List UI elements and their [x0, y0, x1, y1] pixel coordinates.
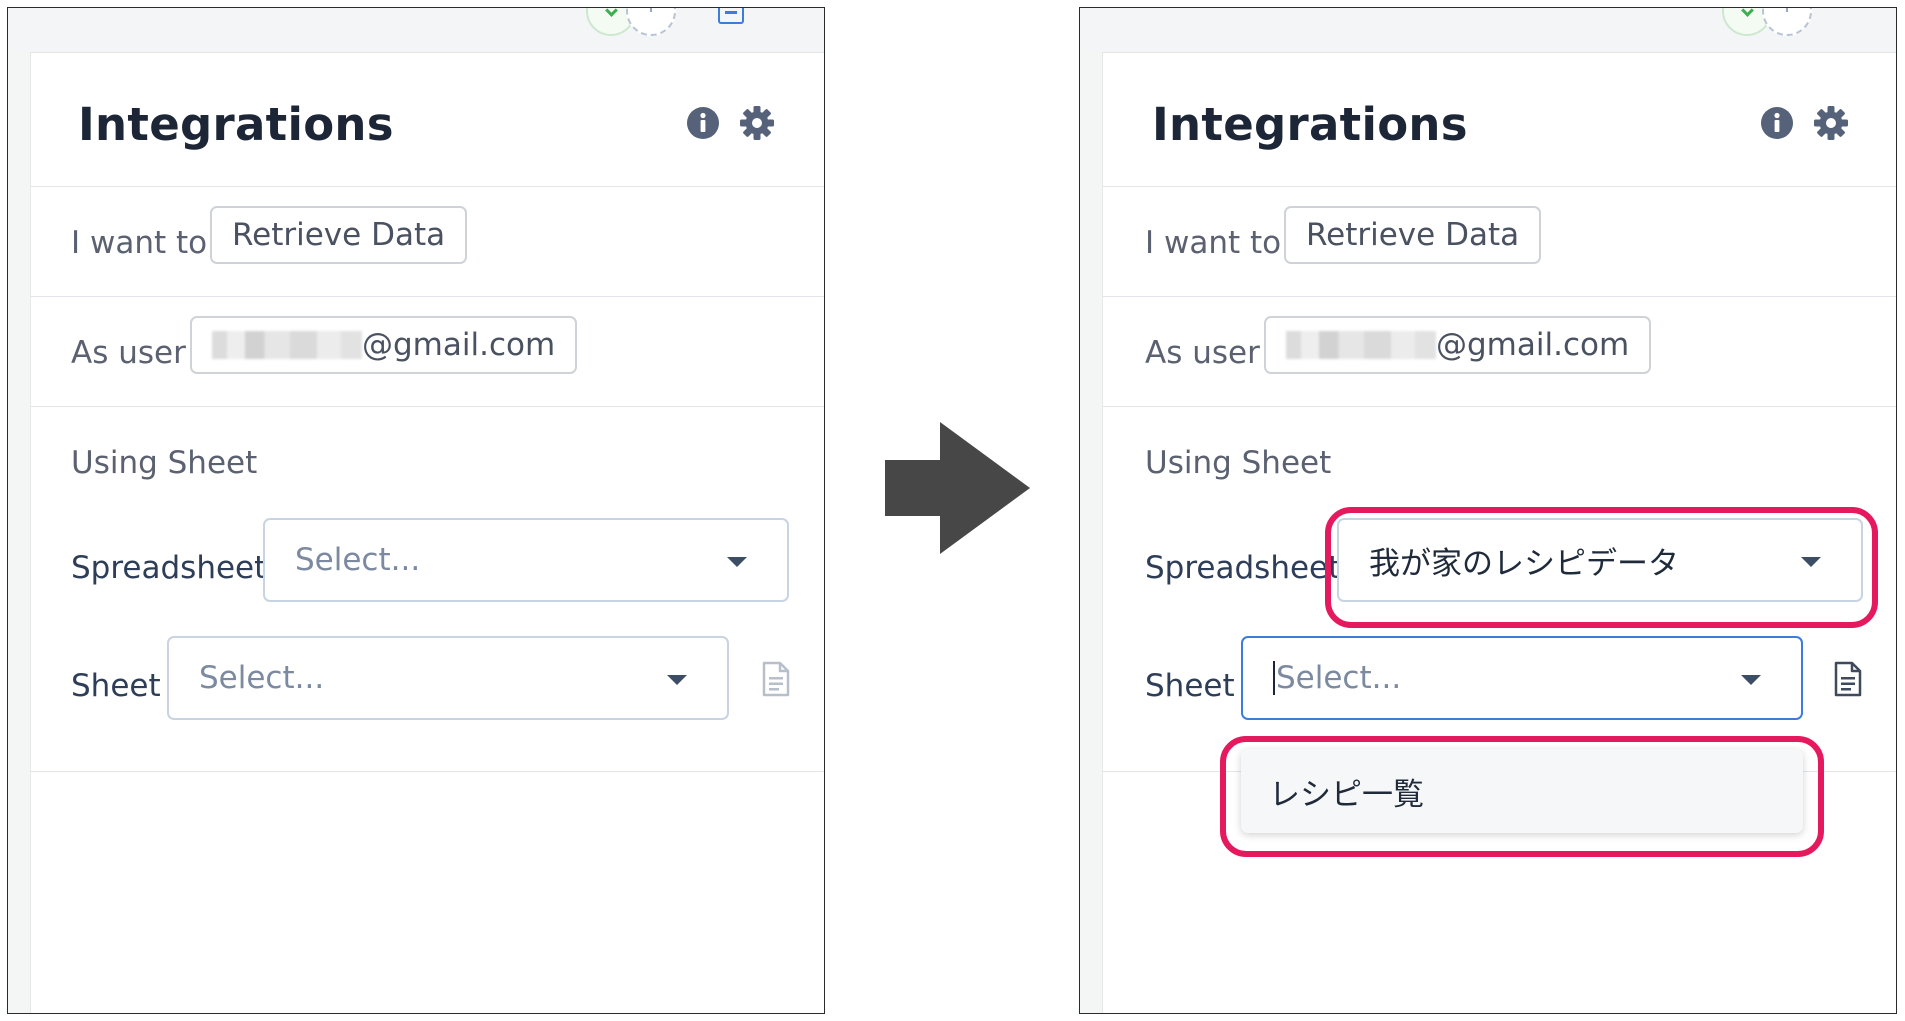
- page-title: Integrations: [78, 98, 394, 151]
- using-sheet-label: Using Sheet: [1145, 445, 1332, 481]
- sheet-label: Sheet: [1145, 668, 1235, 704]
- using-sheet-label: Using Sheet: [71, 445, 258, 481]
- action-prefix-label: I want to: [1145, 225, 1282, 261]
- user-email-chip[interactable]: @gmail.com: [1264, 316, 1652, 374]
- chevron-down-icon[interactable]: [1741, 675, 1761, 685]
- info-icon[interactable]: [686, 106, 720, 140]
- user-prefix-label: As user: [71, 335, 186, 371]
- divider: [1102, 296, 1896, 297]
- spreadsheet-label: Spreadsheet: [71, 550, 267, 586]
- spreadsheet-select-value: Select...: [295, 542, 421, 578]
- user-email-chip[interactable]: @gmail.com: [190, 316, 578, 374]
- sheet-select[interactable]: Select...: [167, 636, 729, 720]
- top-bar: [1080, 8, 1896, 53]
- sheet-select[interactable]: Select...: [1241, 636, 1803, 720]
- divider: [1102, 406, 1896, 407]
- top-bar: [8, 8, 824, 53]
- left-rail: [8, 52, 31, 1013]
- sheet-select-value: Select...: [1276, 660, 1402, 696]
- highlight-ring-spreadsheet: [1325, 507, 1878, 628]
- action-chip[interactable]: Retrieve Data: [1284, 206, 1542, 264]
- highlight-ring-sheet-option: [1220, 736, 1824, 857]
- action-chip[interactable]: Retrieve Data: [210, 206, 468, 264]
- spreadsheet-select[interactable]: Select...: [263, 518, 789, 602]
- redacted-email-name: [212, 331, 362, 359]
- sheet-select-value: Select...: [199, 660, 325, 696]
- integrations-panel-before: Integrations I want to Retrieve Data As …: [7, 7, 825, 1014]
- spreadsheet-label: Spreadsheet: [1145, 550, 1341, 586]
- gear-icon[interactable]: [739, 105, 775, 141]
- user-prefix-label: As user: [1145, 335, 1260, 371]
- document-icon[interactable]: [761, 661, 791, 697]
- document-tab-icon[interactable]: [718, 8, 744, 24]
- arrow-right-icon: [885, 422, 1030, 554]
- text-cursor: [1273, 661, 1275, 695]
- divider: [1102, 186, 1896, 187]
- chevron-down-icon[interactable]: [667, 675, 687, 685]
- page-title: Integrations: [1152, 98, 1468, 151]
- sheet-label: Sheet: [71, 668, 161, 704]
- action-prefix-label: I want to: [71, 225, 208, 261]
- add-collaborator-avatar[interactable]: [626, 8, 676, 36]
- chevron-down-icon[interactable]: [727, 557, 747, 567]
- divider: [30, 296, 824, 297]
- email-suffix: @gmail.com: [362, 327, 556, 363]
- info-icon[interactable]: [1760, 106, 1794, 140]
- integrations-panel-after: Integrations I want to Retrieve Data As …: [1079, 7, 1897, 1014]
- left-rail: [1080, 52, 1103, 1013]
- divider: [30, 771, 824, 772]
- gear-icon[interactable]: [1813, 105, 1849, 141]
- divider: [30, 186, 824, 187]
- add-collaborator-avatar[interactable]: [1762, 8, 1812, 36]
- divider: [30, 406, 824, 407]
- redacted-email-name: [1286, 331, 1436, 359]
- document-icon[interactable]: [1833, 661, 1863, 697]
- email-suffix: @gmail.com: [1436, 327, 1630, 363]
